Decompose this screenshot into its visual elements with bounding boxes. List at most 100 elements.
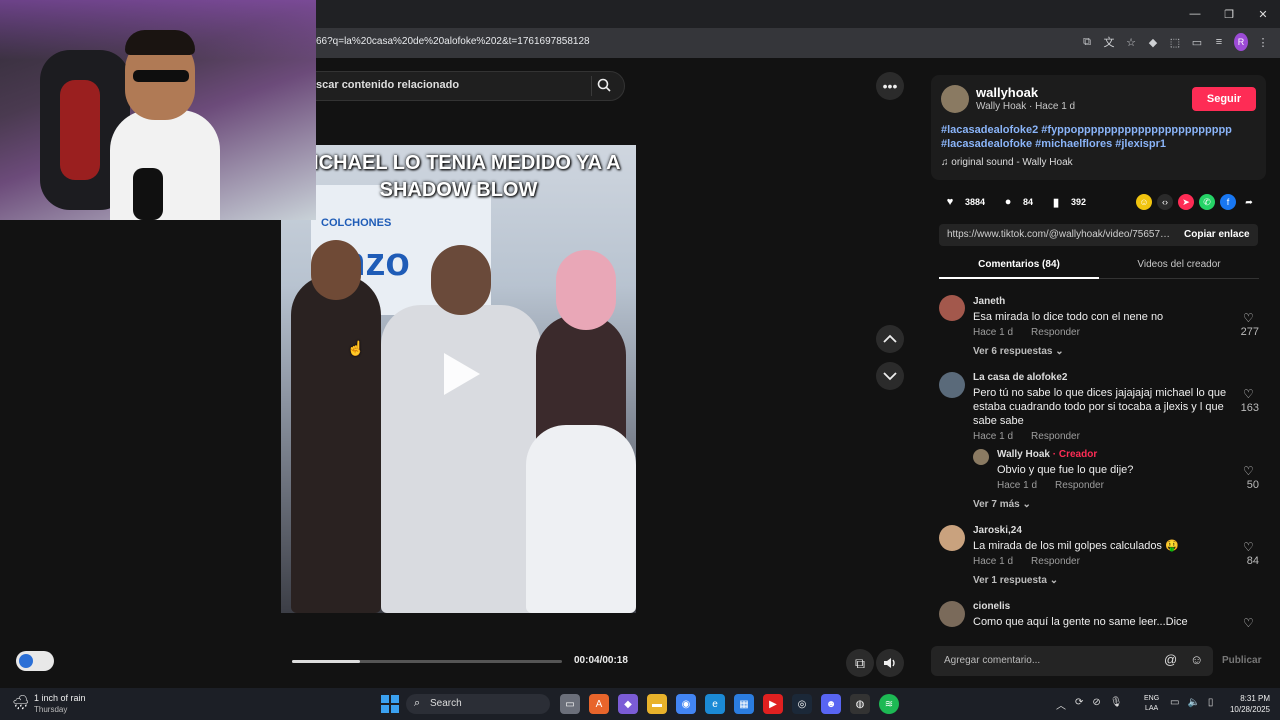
comment-user[interactable]: Wally Hoak · Creador [997, 449, 1097, 460]
taskbar-search[interactable] [406, 694, 550, 714]
play-icon[interactable] [444, 353, 480, 395]
reply-username[interactable]: Wally Hoak [997, 449, 1050, 460]
spotify-icon[interactable]: ≋ [879, 694, 899, 714]
network-off-icon[interactable]: ⊘ [1092, 697, 1100, 712]
avatar[interactable] [939, 295, 965, 321]
heart-icon[interactable]: ♥ [941, 193, 959, 211]
obs-icon[interactable]: ◍ [850, 694, 870, 714]
post-username[interactable]: wallyhoak [976, 85, 1038, 100]
windows-start-icon[interactable] [381, 695, 399, 713]
facebook-icon[interactable]: f [1220, 194, 1236, 210]
comment-text: La mirada de los mil golpes calculados 🤑 [973, 540, 1179, 552]
comment-user[interactable]: Jaroski,24 [973, 525, 1022, 536]
app-icon[interactable]: A [589, 694, 609, 714]
search-divider [591, 76, 592, 96]
comment-text: Esa mirada lo dice todo con el nene no [973, 311, 1164, 323]
comment-user[interactable]: Janeth [973, 296, 1005, 307]
store-icon[interactable]: ▦ [734, 694, 754, 714]
minimize-button[interactable]: — [1178, 0, 1212, 28]
comment-time: Hace 1 d [997, 480, 1038, 491]
avatar[interactable] [973, 449, 989, 465]
mic-icon[interactable]: 🎙 [1110, 697, 1123, 712]
browser-extension-icons: ⧉ 文 ☆ ◆ ⬚ ▭ ≡ R ⋮ [1080, 33, 1270, 51]
previous-video-button[interactable] [876, 325, 904, 353]
heart-icon[interactable]: ♡ [1243, 464, 1254, 478]
volume-icon[interactable]: 🔈 [1187, 697, 1199, 708]
taskbar-clock[interactable]: 8:31 PM 10/28/2025 [1226, 693, 1270, 715]
sound-link[interactable]: ♫ original sound - Wally Hoak [941, 157, 1073, 168]
reply-button[interactable]: Responder [1031, 556, 1080, 567]
post-link[interactable]: https://www.tiktok.com/@wallyhoak/video/… [947, 229, 1173, 240]
sync-icon[interactable]: ⟳ [1075, 697, 1083, 712]
extension-icon[interactable]: ◆ [1146, 33, 1160, 51]
post-hashtags[interactable]: #lacasadealofoke2 #fyppopppppppppppppppp… [941, 123, 1261, 151]
heart-icon[interactable]: ♡ [1243, 387, 1254, 401]
task-view-icon[interactable]: ▭ [560, 694, 580, 714]
avatar[interactable] [939, 372, 965, 398]
comment-user[interactable]: La casa de alofoke2 [973, 372, 1068, 383]
bookmark-star-icon[interactable]: ☆ [1124, 33, 1138, 51]
chrome-icon[interactable]: ◉ [676, 694, 696, 714]
file-explorer-icon[interactable]: ▬ [647, 694, 667, 714]
hashtags-line-2[interactable]: #lacasadealofoke #michaelflores #jlexisp… [941, 137, 1261, 151]
post-subline: Wally Hoak · Hace 1 d [976, 101, 1076, 112]
chevron-up-icon[interactable]: ︿ [1056, 697, 1066, 712]
pip-icon[interactable]: ⧉ [846, 649, 874, 677]
heart-icon[interactable]: ♡ [1243, 616, 1254, 630]
follow-button[interactable]: Seguir [1192, 87, 1256, 111]
rain-icon[interactable]: 🌧 [12, 694, 30, 711]
comment-meta: Hace 1 d Responder [973, 327, 1098, 338]
bookmark-icon[interactable]: ▮ [1047, 193, 1065, 211]
heart-icon[interactable]: ♡ [1243, 540, 1254, 554]
share-arrow-icon[interactable]: ➦ [1241, 194, 1257, 210]
youtube-icon[interactable]: ▶ [763, 694, 783, 714]
address-bar[interactable]: 66?q=la%20casa%20de%20alofoke%202&t=1761… [316, 36, 590, 47]
cast-icon[interactable]: ⧉ [1080, 33, 1094, 51]
language-indicator[interactable]: ENG LAA [1144, 694, 1159, 714]
sidepanel-icon[interactable]: ▭ [1190, 33, 1204, 51]
tab-comments[interactable]: Comentarios (84) [939, 259, 1099, 279]
reply-button[interactable]: Responder [1031, 431, 1080, 442]
view-more-button[interactable]: Ver 7 más ⌄ [973, 499, 1031, 510]
volume-icon[interactable] [876, 649, 904, 677]
battery-icon[interactable]: ▯ [1208, 697, 1214, 708]
tab-creator-videos[interactable]: Videos del creador [1099, 259, 1259, 279]
avatar[interactable] [939, 525, 965, 551]
profile-avatar[interactable]: R [1234, 33, 1248, 51]
puzzle-icon[interactable]: ⬚ [1168, 33, 1182, 51]
copy-link-button[interactable]: Copiar enlace [1184, 229, 1250, 240]
send-icon[interactable]: ➤ [1178, 194, 1194, 210]
reply-button[interactable]: Responder [1031, 327, 1080, 338]
browser-menu-icon[interactable]: ⋮ [1256, 33, 1270, 51]
close-button[interactable]: ✕ [1246, 0, 1280, 28]
creator-badge: · Creador [1049, 449, 1098, 460]
view-replies-button[interactable]: Ver 6 respuestas ⌄ [973, 346, 1064, 357]
weather-text[interactable]: 1 inch of rain [34, 693, 86, 703]
view-replies-button[interactable]: Ver 1 respuesta ⌄ [973, 575, 1058, 586]
comment-icon[interactable]: ● [999, 193, 1017, 211]
hashtags-line-1[interactable]: #lacasadealofoke2 #fyppopppppppppppppppp… [941, 123, 1261, 137]
embed-icon[interactable]: ‹› [1157, 194, 1173, 210]
avatar[interactable] [939, 601, 965, 627]
emoji-share-icon[interactable]: ☺ [1136, 194, 1152, 210]
next-video-button[interactable] [876, 362, 904, 390]
translate-icon[interactable]: 文 [1102, 33, 1116, 51]
emoji-icon[interactable]: ☺ [1190, 652, 1203, 667]
mouse-cursor-icon: ☝ [347, 340, 365, 356]
discord-icon[interactable]: ☻ [821, 694, 841, 714]
reply-button[interactable]: Responder [1055, 480, 1104, 491]
edge-icon[interactable]: e [705, 694, 725, 714]
more-options-button[interactable]: ••• [876, 72, 904, 100]
comment-user[interactable]: cionelis [973, 601, 1010, 612]
publish-button[interactable]: Publicar [1222, 655, 1261, 666]
maximize-button[interactable]: ❐ [1212, 0, 1246, 28]
avatar[interactable] [941, 85, 969, 113]
heart-icon[interactable]: ♡ [1243, 311, 1254, 325]
mention-icon[interactable]: @ [1164, 652, 1177, 667]
steam-icon[interactable]: ◎ [792, 694, 812, 714]
monitor-icon[interactable]: ▭ [1170, 697, 1179, 708]
media-icon[interactable]: ≡ [1212, 33, 1226, 51]
search-icon[interactable] [597, 78, 611, 95]
whatsapp-icon[interactable]: ✆ [1199, 194, 1215, 210]
copilot-icon[interactable]: ◆ [618, 694, 638, 714]
